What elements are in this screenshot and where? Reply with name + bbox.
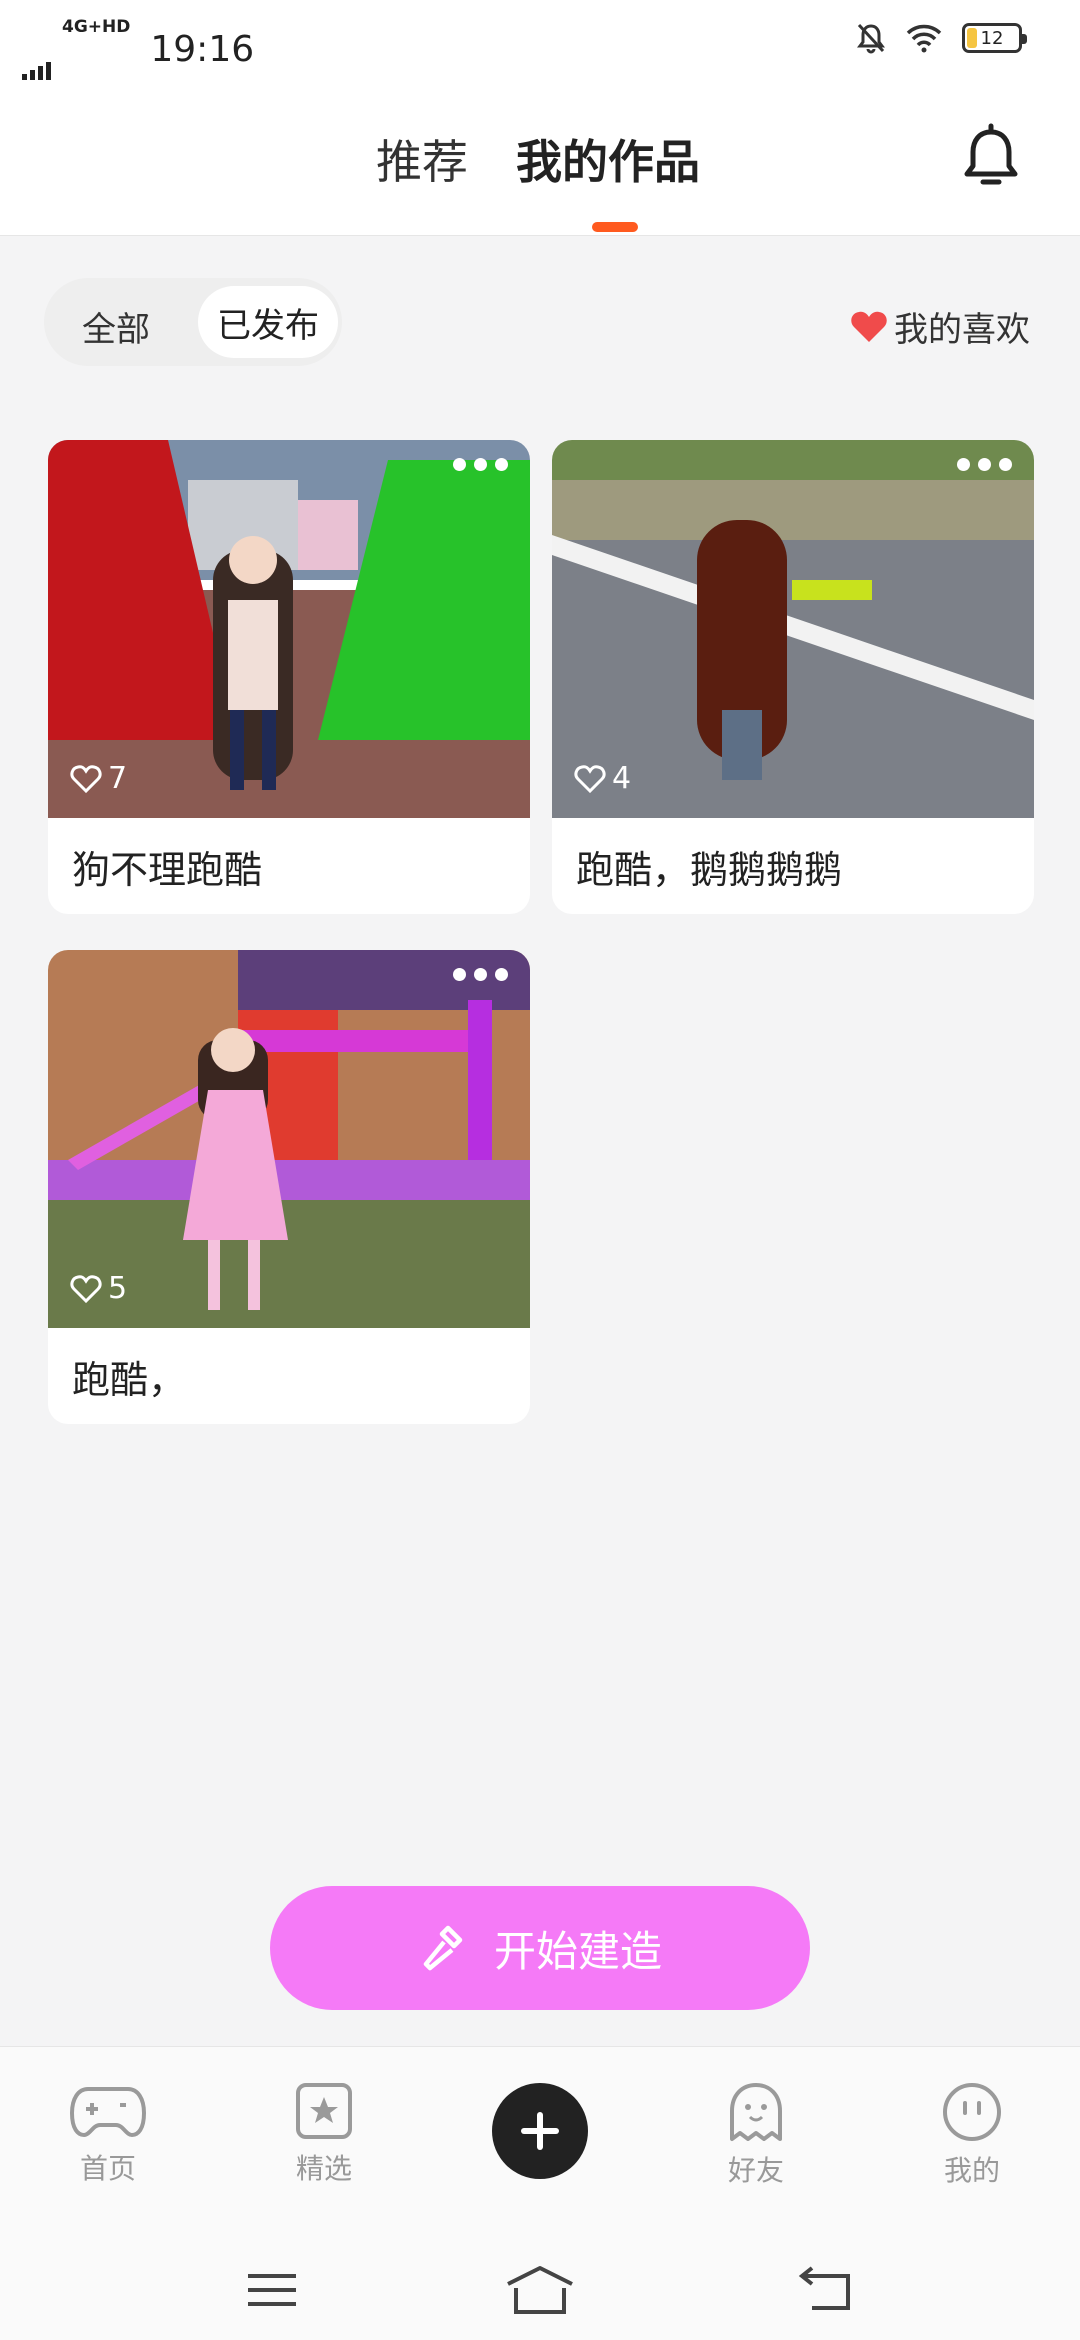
work-title: 跑酷，	[72, 1357, 187, 1402]
clock: 19:16	[150, 28, 255, 70]
filter-published[interactable]: 已发布	[198, 286, 338, 358]
system-nav-bar	[0, 2240, 1080, 2340]
nav-home-label: 首页	[79, 2152, 136, 2185]
back-icon[interactable]	[796, 2262, 856, 2318]
work-thumbnail[interactable]: 5	[48, 950, 530, 1328]
nav-friends[interactable]: 好友	[686, 2081, 826, 2189]
hammer-icon	[423, 1925, 463, 1971]
notification-bell-icon[interactable]	[956, 122, 1026, 192]
star-bookmark-icon	[296, 2083, 352, 2139]
menu-icon[interactable]	[244, 2262, 300, 2318]
work-card[interactable]: 5 跑酷，	[48, 950, 530, 1424]
home-icon[interactable]	[504, 2262, 576, 2318]
bottom-nav: 首页 精选 好友 我的	[0, 2046, 1080, 2240]
heart-outline-icon	[70, 1274, 102, 1303]
nav-home[interactable]: 首页	[38, 2081, 178, 2187]
tab-recommended[interactable]: 推荐	[376, 126, 468, 192]
signal-icon	[22, 58, 130, 80]
like-count-value: 7	[108, 761, 128, 796]
nav-profile[interactable]: 我的	[902, 2081, 1042, 2189]
start-building-label: 开始建造	[493, 1926, 662, 1976]
heart-icon	[851, 311, 887, 342]
start-building-button[interactable]: 开始建造	[270, 1886, 810, 2010]
status-bar: 4G+HD 19:16 12	[0, 0, 1080, 84]
work-card[interactable]: 7 狗不理跑酷	[48, 440, 530, 914]
more-options-icon[interactable]	[453, 968, 508, 981]
my-favorites-button[interactable]: 我的喜欢	[850, 302, 1030, 351]
nav-featured[interactable]: 精选	[254, 2081, 394, 2187]
nav-featured-label: 精选	[295, 2152, 352, 2185]
face-icon	[943, 2083, 1001, 2141]
active-tab-indicator	[592, 222, 638, 232]
filter-segment: 全部 已发布	[44, 278, 342, 366]
ghost-icon	[730, 2083, 782, 2141]
like-count-value: 4	[612, 761, 632, 796]
nav-profile-label: 我的	[943, 2154, 1000, 2187]
heart-outline-icon	[70, 764, 102, 793]
battery-level: 12	[980, 27, 1004, 49]
battery-icon: 12	[962, 23, 1027, 53]
like-count: 7	[70, 761, 127, 796]
filter-all[interactable]: 全部	[82, 302, 150, 351]
plus-icon	[521, 2112, 559, 2150]
more-options-icon[interactable]	[453, 458, 508, 471]
like-count: 4	[574, 761, 631, 796]
work-thumbnail[interactable]: 7	[48, 440, 530, 818]
mute-bell-icon	[857, 23, 885, 54]
work-title: 跑酷，鹅鹅鹅鹅	[576, 847, 843, 892]
work-thumbnail[interactable]: 4	[552, 440, 1034, 818]
network-type: 4G+HD	[62, 17, 131, 37]
create-button[interactable]	[492, 2083, 588, 2179]
top-nav: 推荐 我的作品	[0, 84, 1080, 236]
work-card[interactable]: 4 跑酷，鹅鹅鹅鹅	[552, 440, 1034, 914]
work-title: 狗不理跑酷	[72, 847, 263, 892]
wifi-icon	[906, 24, 942, 53]
favorites-label: 我的喜欢	[894, 310, 1030, 350]
like-count: 5	[70, 1271, 127, 1306]
nav-friends-label: 好友	[727, 2154, 784, 2187]
more-options-icon[interactable]	[957, 458, 1012, 471]
like-count-value: 5	[108, 1271, 128, 1306]
tab-my-works[interactable]: 我的作品	[516, 126, 700, 192]
heart-outline-icon	[574, 764, 606, 793]
gamepad-icon	[69, 2087, 147, 2138]
